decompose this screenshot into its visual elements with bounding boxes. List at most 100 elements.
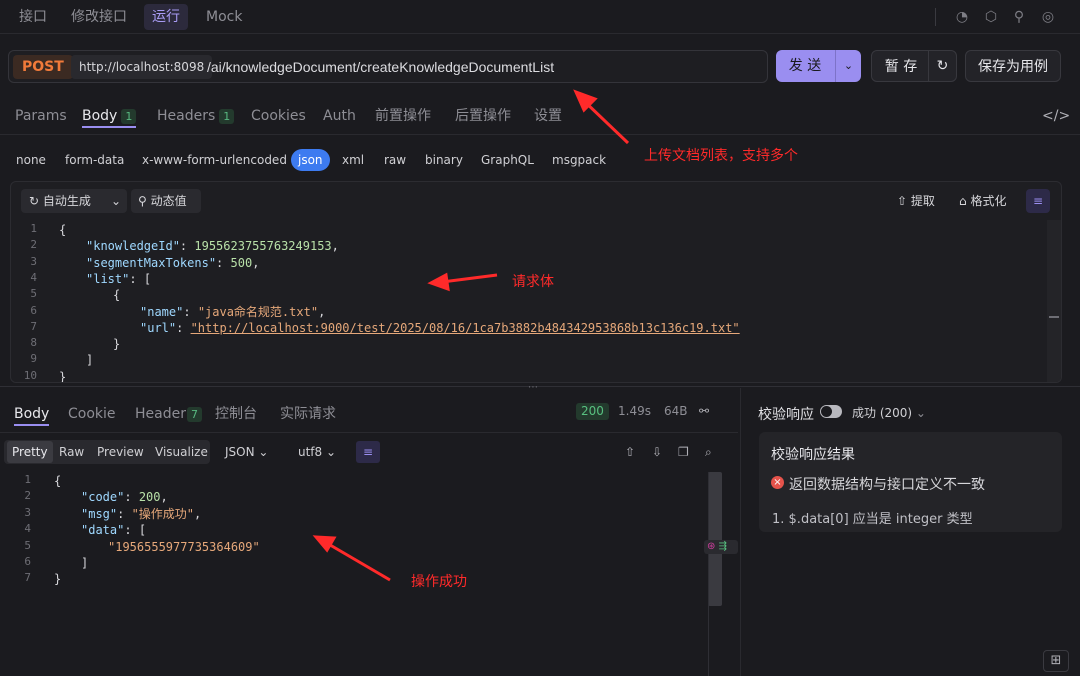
view-preview[interactable]: Preview (92, 441, 149, 463)
divider (0, 432, 738, 433)
tab-headers[interactable]: Headers 1 (157, 106, 235, 128)
response-tab-console[interactable]: 控制台 (215, 404, 257, 426)
wand-icon: ⚲ (138, 194, 147, 208)
copy-icon[interactable]: ❐ (673, 441, 694, 463)
code-line: "msg": "操作成功", (81, 506, 202, 521)
line-number: 2 (30, 238, 37, 252)
drag-handle-icon[interactable]: ⋯ (528, 382, 538, 393)
tab-auth[interactable]: Auth (323, 106, 356, 128)
encoding-select[interactable]: utf8 ⌄ (293, 441, 341, 463)
validate-toggle[interactable] (820, 405, 842, 418)
auto-generate-label: 自动生成 (42, 194, 91, 208)
body-type-urlencoded[interactable]: x-www-form-urlencoded (142, 149, 287, 171)
auto-generate-button[interactable]: ↻ 自动生成 ⌄ (21, 189, 127, 213)
extract-button[interactable]: ⇧ 提取 (897, 189, 935, 213)
validation-status-select[interactable]: 成功 (200) ⌄ (852, 404, 926, 421)
line-number: 7 (30, 319, 37, 333)
body-type-form-data[interactable]: form-data (65, 149, 124, 171)
annotation-upload-list: 上传文档列表，支持多个 (644, 148, 798, 164)
view-pretty[interactable]: Pretty (7, 441, 53, 463)
save-as-case-button[interactable]: 保存为用例 (965, 50, 1061, 82)
refresh-icon: ↻ (29, 194, 40, 208)
body-type-raw[interactable]: raw (384, 149, 406, 171)
format-label: 格式化 (970, 194, 1007, 208)
json-punct: , (331, 239, 339, 254)
chevron-down-icon: ⌄ (326, 445, 337, 459)
view-visualize[interactable]: Visualize (150, 441, 213, 463)
response-tab-cookie[interactable]: Cookie (68, 404, 116, 426)
cube-icon[interactable]: ⬡ (982, 8, 1000, 26)
validation-result-title: 校验响应结果 (771, 447, 855, 463)
splitter[interactable] (0, 386, 1080, 387)
encoding-value: utf8 (298, 445, 323, 459)
environment-host[interactable]: http://localhost:8098 (71, 55, 213, 79)
json-key: "name" (140, 304, 184, 319)
tab-run[interactable]: 运行 (144, 4, 188, 30)
code-line: "knowledgeId": 1955623755763249153, (86, 239, 339, 254)
json-token: ] (81, 556, 89, 570)
url-bar[interactable]: POST http://localhost:8098 /ai/knowledge… (8, 50, 768, 83)
body-type-none[interactable]: none (16, 149, 46, 171)
json-value: "java命名规范.txt" (197, 304, 319, 319)
share-icon[interactable]: ⚲ (1010, 8, 1028, 26)
method-selector[interactable]: POST (13, 55, 73, 79)
wrap-icon[interactable]: ≡ (1026, 189, 1050, 213)
tab-params[interactable]: Params (15, 106, 67, 128)
response-tab-header-label: Header (135, 406, 186, 422)
divider (0, 134, 1080, 135)
save-button[interactable]: 暂 存 ↻ (871, 50, 957, 82)
response-tab-header[interactable]: Header 7 (135, 404, 202, 426)
tab-mock[interactable]: Mock (198, 4, 250, 30)
validate-response-label: 校验响应 (758, 407, 814, 423)
chevron-down-icon[interactable]: ⌄ (111, 189, 121, 213)
body-type-msgpack[interactable]: msgpack (552, 149, 606, 171)
code-line: { (59, 222, 66, 238)
tab-pre-operations[interactable]: 前置操作 (375, 106, 431, 128)
tab-cookies[interactable]: Cookies (251, 106, 306, 128)
response-tab-actual-request[interactable]: 实际请求 (280, 404, 336, 426)
body-type-json[interactable]: json (291, 149, 330, 171)
chevron-down-icon[interactable]: ⌄ (835, 50, 861, 82)
json-token: } (54, 572, 62, 587)
tab-headers-badge: 1 (219, 109, 235, 124)
code-line: { (113, 287, 120, 303)
layout-icon[interactable]: ⊞ (1043, 650, 1069, 672)
search-icon[interactable]: ⌕ (700, 441, 717, 463)
wrap-icon[interactable]: ≡ (356, 441, 380, 463)
line-number: 4 (24, 522, 31, 536)
scrollbar[interactable] (1047, 220, 1061, 382)
json-path-icon[interactable]: ⊛ ⇶ (704, 540, 738, 554)
tab-body[interactable]: Body 1 (82, 106, 137, 128)
send-button[interactable]: 发 送 ⌄ (776, 50, 861, 82)
code-icon[interactable]: </> (1042, 106, 1070, 128)
tab-edit-interface[interactable]: 修改接口 (63, 4, 135, 30)
toggle-knob (821, 406, 832, 417)
tab-headers-label: Headers (157, 108, 216, 124)
scrollbar[interactable] (708, 472, 722, 606)
settings-icon[interactable]: ◎ (1039, 8, 1057, 26)
body-type-binary[interactable]: binary (425, 149, 463, 171)
body-type-xml[interactable]: xml (342, 149, 364, 171)
json-value: "http://localhost:9000/test/2025/08/16/1… (190, 320, 740, 335)
scroll-thumb[interactable] (1049, 316, 1059, 318)
response-tab-body[interactable]: Body (14, 404, 50, 426)
format-select[interactable]: JSON ⌄ (220, 441, 273, 463)
body-type-graphql[interactable]: GraphQL (481, 149, 534, 171)
dynamic-value-button[interactable]: ⚲ 动态值 (131, 189, 201, 213)
share-icon[interactable]: ⚯ (699, 404, 709, 418)
tab-settings[interactable]: 设置 (534, 106, 562, 128)
line-number: 10 (23, 368, 37, 382)
chart-icon[interactable]: ◔ (953, 8, 971, 26)
download-icon[interactable]: ⇩ (647, 441, 667, 463)
reload-icon[interactable]: ↻ (928, 51, 956, 81)
upload-icon[interactable]: ⇧ (620, 441, 640, 463)
tab-body-label: Body (82, 108, 118, 124)
tab-post-operations[interactable]: 后置操作 (455, 106, 511, 128)
tab-interface[interactable]: 接口 (11, 4, 55, 30)
json-value: [ (138, 523, 147, 538)
format-button[interactable]: ⌂ 格式化 (959, 189, 1006, 213)
json-key: "segmentMaxTokens" (86, 255, 217, 270)
tab-body-badge: 1 (121, 109, 137, 124)
view-raw[interactable]: Raw (54, 441, 89, 463)
request-path[interactable]: /ai/knowledgeDocument/createKnowledgeDoc… (207, 51, 554, 84)
